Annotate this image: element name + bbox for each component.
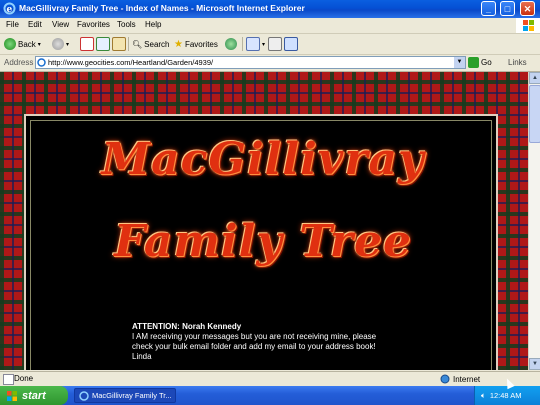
edit-button[interactable] — [284, 37, 298, 51]
favorites-label: Favorites — [184, 39, 218, 49]
go-label: Go — [481, 58, 492, 67]
status-bar: Done Internet — [0, 371, 540, 387]
chevron-down-icon: ▾ — [66, 41, 70, 48]
forward-button[interactable]: ▾ — [52, 37, 69, 51]
minimize-button[interactable]: _ — [481, 1, 496, 16]
close-button[interactable]: ✕ — [520, 1, 535, 16]
scroll-up-icon[interactable]: ▲ — [529, 72, 540, 84]
address-dropdown-icon[interactable]: ▼ — [454, 57, 465, 68]
address-bar: Address http://www.geocities.com/Heartla… — [0, 55, 540, 72]
attention-body: I AM receiving your messages but you are… — [132, 332, 377, 351]
stop-icon — [80, 37, 94, 51]
page-content: MacGillivray Family Tree ATTENTION: Nora… — [0, 72, 528, 370]
attention-signature: Linda — [132, 352, 152, 361]
address-input[interactable]: http://www.geocities.com/Heartland/Garde… — [35, 56, 466, 69]
page-heading-line1: MacGillivray — [101, 134, 425, 185]
start-label: start — [22, 389, 46, 402]
forward-arrow-icon — [52, 38, 64, 50]
content-panel: MacGillivray Family Tree ATTENTION: Nora… — [24, 114, 498, 370]
vertical-scrollbar[interactable]: ▲ ▼ — [528, 72, 540, 370]
home-button[interactable] — [112, 37, 126, 51]
menu-favorites[interactable]: Favorites — [77, 20, 110, 29]
star-icon: ★ — [174, 38, 183, 50]
links-button[interactable]: Links — [508, 58, 527, 67]
menu-bar: File Edit View Favorites Tools Help — [0, 18, 540, 34]
status-text: Done — [14, 374, 34, 383]
menu-tools[interactable]: Tools — [117, 20, 136, 29]
back-arrow-icon — [4, 38, 16, 50]
taskbar-item-ie[interactable]: MacGillivray Family Tr... — [74, 388, 176, 403]
menu-file[interactable]: File — [6, 20, 19, 29]
menu-edit[interactable]: Edit — [28, 20, 42, 29]
stop-button[interactable] — [80, 37, 94, 51]
chevron-down-icon: ▾ — [37, 41, 41, 48]
maximize-button[interactable]: □ — [500, 1, 515, 16]
globe-icon — [440, 374, 450, 384]
zone-label: Internet — [453, 374, 481, 384]
print-button[interactable] — [268, 37, 282, 51]
refresh-icon — [96, 37, 110, 51]
go-button[interactable]: Go — [468, 57, 492, 68]
security-zone: Internet — [440, 374, 480, 384]
scroll-down-icon[interactable]: ▼ — [529, 358, 540, 370]
print-icon — [268, 37, 282, 51]
edit-icon — [284, 37, 298, 51]
taskbar: start MacGillivray Family Tr... 🔈︎ 12:48… — [0, 386, 540, 405]
volume-icon[interactable]: 🔈︎ — [481, 391, 486, 401]
mail-icon — [246, 37, 260, 51]
home-icon — [112, 37, 126, 51]
search-label: Search — [144, 39, 170, 49]
toolbar-separator — [128, 37, 129, 51]
refresh-button[interactable] — [96, 37, 110, 51]
title-bar[interactable]: e MacGillivray Family Tree - Index of Na… — [0, 0, 540, 18]
scroll-thumb[interactable] — [529, 85, 540, 143]
toolbar-separator — [242, 37, 243, 51]
windows-flag-icon — [7, 390, 17, 401]
attention-notice: ATTENTION: Norah Kennedy I AM receiving … — [132, 322, 392, 362]
start-button[interactable]: start — [0, 386, 68, 405]
address-label: Address — [4, 58, 34, 67]
back-label: Back — [18, 39, 36, 49]
toolbar: Back ▾ ▾ 🔍︎ Search ★ Favorites ▾ — [0, 34, 540, 55]
attention-title: ATTENTION: Norah Kennedy — [132, 322, 242, 331]
window-title: MacGillivray Family Tree - Index of Name… — [19, 3, 305, 13]
svg-text:e: e — [7, 5, 13, 15]
chevron-down-icon: ▾ — [262, 41, 266, 48]
ie-icon: e — [3, 2, 16, 15]
page-heading-line2: Family Tree — [114, 216, 412, 267]
favorites-button[interactable]: ★ Favorites — [174, 37, 218, 51]
search-icon: 🔍︎ — [132, 39, 143, 49]
go-arrow-icon — [468, 57, 479, 68]
page-done-icon — [3, 374, 14, 385]
windows-logo-icon — [516, 18, 540, 33]
ie-icon — [79, 390, 89, 401]
history-icon — [225, 38, 237, 50]
address-url: http://www.geocities.com/Heartland/Garde… — [48, 58, 214, 67]
history-button[interactable] — [225, 37, 237, 51]
taskbar-item-label: MacGillivray Family Tr... — [92, 391, 172, 400]
search-button[interactable]: 🔍︎ Search — [132, 37, 170, 51]
menu-view[interactable]: View — [52, 20, 69, 29]
menu-help[interactable]: Help — [145, 20, 161, 29]
page-icon — [37, 58, 46, 67]
mail-button[interactable]: ▾ — [246, 37, 265, 51]
clock[interactable]: 12:48 AM — [490, 391, 522, 400]
back-button[interactable]: Back ▾ — [4, 37, 41, 51]
